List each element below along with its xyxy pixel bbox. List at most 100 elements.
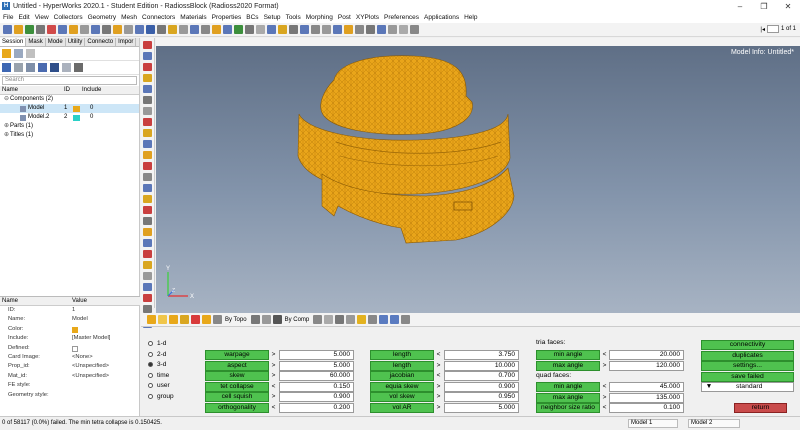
- vtool-23-icon[interactable]: [143, 283, 152, 291]
- measure-icon[interactable]: [368, 315, 378, 324]
- vtool-21-icon[interactable]: [143, 261, 152, 269]
- vtool-19-icon[interactable]: [143, 239, 152, 247]
- toolbar-tool-32-icon[interactable]: [344, 25, 353, 34]
- toolbar-tool-7-icon[interactable]: [69, 25, 78, 34]
- vtool-9-icon[interactable]: [143, 129, 152, 137]
- filter-icon[interactable]: [26, 49, 35, 58]
- toolbar-tool-22-icon[interactable]: [234, 25, 243, 34]
- vtool-6-icon[interactable]: [143, 96, 152, 104]
- menu-morphing[interactable]: Morphing: [306, 14, 333, 21]
- menu-setup[interactable]: Setup: [264, 14, 281, 21]
- vtool-5-icon[interactable]: [143, 85, 152, 93]
- vtool-10-icon[interactable]: [143, 140, 152, 148]
- toolbar-tool-37-icon[interactable]: [399, 25, 408, 34]
- toolbar-tool-31-icon[interactable]: [333, 25, 342, 34]
- toolbar-tool-26-icon[interactable]: [278, 25, 287, 34]
- toolbar-tool-4-icon[interactable]: [36, 25, 45, 34]
- radio-dot-icon[interactable]: [148, 351, 153, 357]
- radio-1-d[interactable]: 1-d: [148, 340, 166, 347]
- property-value[interactable]: 1: [72, 306, 75, 315]
- toolbar-tool-8-icon[interactable]: [80, 25, 89, 34]
- toolbar-tool-16-icon[interactable]: [168, 25, 177, 34]
- prev-view-icon[interactable]: [379, 315, 389, 324]
- toolbar-tool-20-icon[interactable]: [212, 25, 221, 34]
- by-topo-dropdown[interactable]: By Topo: [225, 317, 247, 323]
- criterion-value-input[interactable]: 135.000: [609, 392, 684, 403]
- radio-user[interactable]: user: [148, 382, 170, 389]
- layers-icon[interactable]: [26, 63, 35, 72]
- menu-edit[interactable]: Edit: [18, 14, 29, 21]
- vtool-16-icon[interactable]: [143, 206, 152, 214]
- criterion-orthogonality-button[interactable]: orthogonality: [205, 403, 269, 413]
- criterion-neighbor-size-ratio-button[interactable]: neighbor size ratio: [536, 403, 600, 414]
- topo-icon[interactable]: [213, 315, 222, 324]
- toolbar-tool-25-icon[interactable]: [267, 25, 276, 34]
- toolbar-tool-17-icon[interactable]: [179, 25, 188, 34]
- next-view-icon[interactable]: [390, 315, 400, 324]
- tree-row[interactable]: ⊕ Parts (1): [0, 122, 139, 131]
- reverse-icon[interactable]: [202, 315, 211, 324]
- toolbar-tool-3-icon[interactable]: [25, 25, 34, 34]
- component-color-swatch[interactable]: [73, 105, 80, 112]
- criterion-value-input[interactable]: 5.000: [279, 350, 354, 360]
- defined-checkbox[interactable]: [72, 345, 78, 352]
- cube-icon[interactable]: [2, 63, 11, 72]
- shape-icon[interactable]: [38, 63, 47, 72]
- vtool-1-icon[interactable]: [143, 41, 152, 49]
- property-value[interactable]: <None>: [72, 353, 93, 362]
- vtool-12-icon[interactable]: [143, 162, 152, 170]
- vector-icon[interactable]: [335, 315, 345, 324]
- toolbar-tool-21-icon[interactable]: [223, 25, 232, 34]
- elem-icon[interactable]: [313, 315, 323, 324]
- menu-materials[interactable]: Materials: [180, 14, 206, 21]
- tree-row[interactable]: Model 1 0: [0, 104, 139, 113]
- tab-impor[interactable]: Impor: [116, 38, 137, 46]
- comp-icon[interactable]: [272, 315, 282, 324]
- vtool-7-icon[interactable]: [143, 107, 152, 115]
- toolbar-tool-29-icon[interactable]: [311, 25, 320, 34]
- toolbar-tool-35-icon[interactable]: [377, 25, 386, 34]
- criterion-value-input[interactable]: 0.150: [279, 381, 354, 392]
- criterion-value-input[interactable]: 0.900: [444, 381, 519, 392]
- criterion-value-input[interactable]: 5.000: [444, 403, 519, 413]
- property-value[interactable]: [72, 325, 80, 334]
- property-value[interactable]: <Unspecified>: [72, 362, 109, 371]
- menu-xyplots[interactable]: XYPlots: [356, 14, 379, 21]
- tab-utility[interactable]: Utility: [66, 38, 86, 46]
- tab-connecto[interactable]: Connecto: [85, 38, 117, 46]
- color-swatch[interactable]: [72, 326, 78, 333]
- menu-help[interactable]: Help: [464, 14, 477, 21]
- criterion-min-angle-button[interactable]: min angle: [536, 350, 600, 360]
- toolbar-tool-6-icon[interactable]: [58, 25, 67, 34]
- radio-time[interactable]: time: [148, 372, 169, 379]
- vtool-13-icon[interactable]: [143, 173, 152, 181]
- settings-button[interactable]: settings...: [701, 361, 794, 372]
- menu-preferences[interactable]: Preferences: [384, 14, 419, 21]
- node-icon[interactable]: [324, 315, 334, 324]
- page-first-button[interactable]: |◂: [760, 26, 765, 33]
- connectivitybutton[interactable]: connectivity: [701, 340, 794, 350]
- tab-mode[interactable]: Mode: [46, 38, 66, 46]
- radio-group[interactable]: group: [148, 393, 174, 400]
- duplicatesbutton[interactable]: duplicates: [701, 350, 794, 361]
- browser-search-input[interactable]: Search: [2, 76, 137, 85]
- criterion-value-input[interactable]: 0.900: [279, 392, 354, 403]
- menu-collectors[interactable]: Collectors: [54, 14, 83, 21]
- criterion-value-input[interactable]: 0.200: [279, 403, 354, 413]
- menu-view[interactable]: View: [35, 14, 49, 21]
- property-value[interactable]: Model: [72, 315, 88, 324]
- property-value[interactable]: <Unspecified>: [72, 372, 109, 381]
- criterion-value-input[interactable]: 20.000: [609, 350, 684, 360]
- radio-2-d[interactable]: 2-d: [148, 351, 166, 358]
- vtool-18-icon[interactable]: [143, 228, 152, 236]
- criterion-value-input[interactable]: 3.750: [444, 350, 519, 360]
- toolbar-tool-36-icon[interactable]: [388, 25, 397, 34]
- vtool-4-icon[interactable]: [143, 74, 152, 82]
- toolbar-tool-14-icon[interactable]: [146, 25, 155, 34]
- menu-file[interactable]: File: [3, 14, 13, 21]
- criterion-value-input[interactable]: 60.000: [279, 371, 354, 382]
- menu-properties[interactable]: Properties: [212, 14, 242, 21]
- criterion-value-input[interactable]: 5.000: [279, 360, 354, 371]
- toolbar-tool-27-icon[interactable]: [289, 25, 298, 34]
- tree-row[interactable]: ⊖ Components (2): [0, 95, 139, 104]
